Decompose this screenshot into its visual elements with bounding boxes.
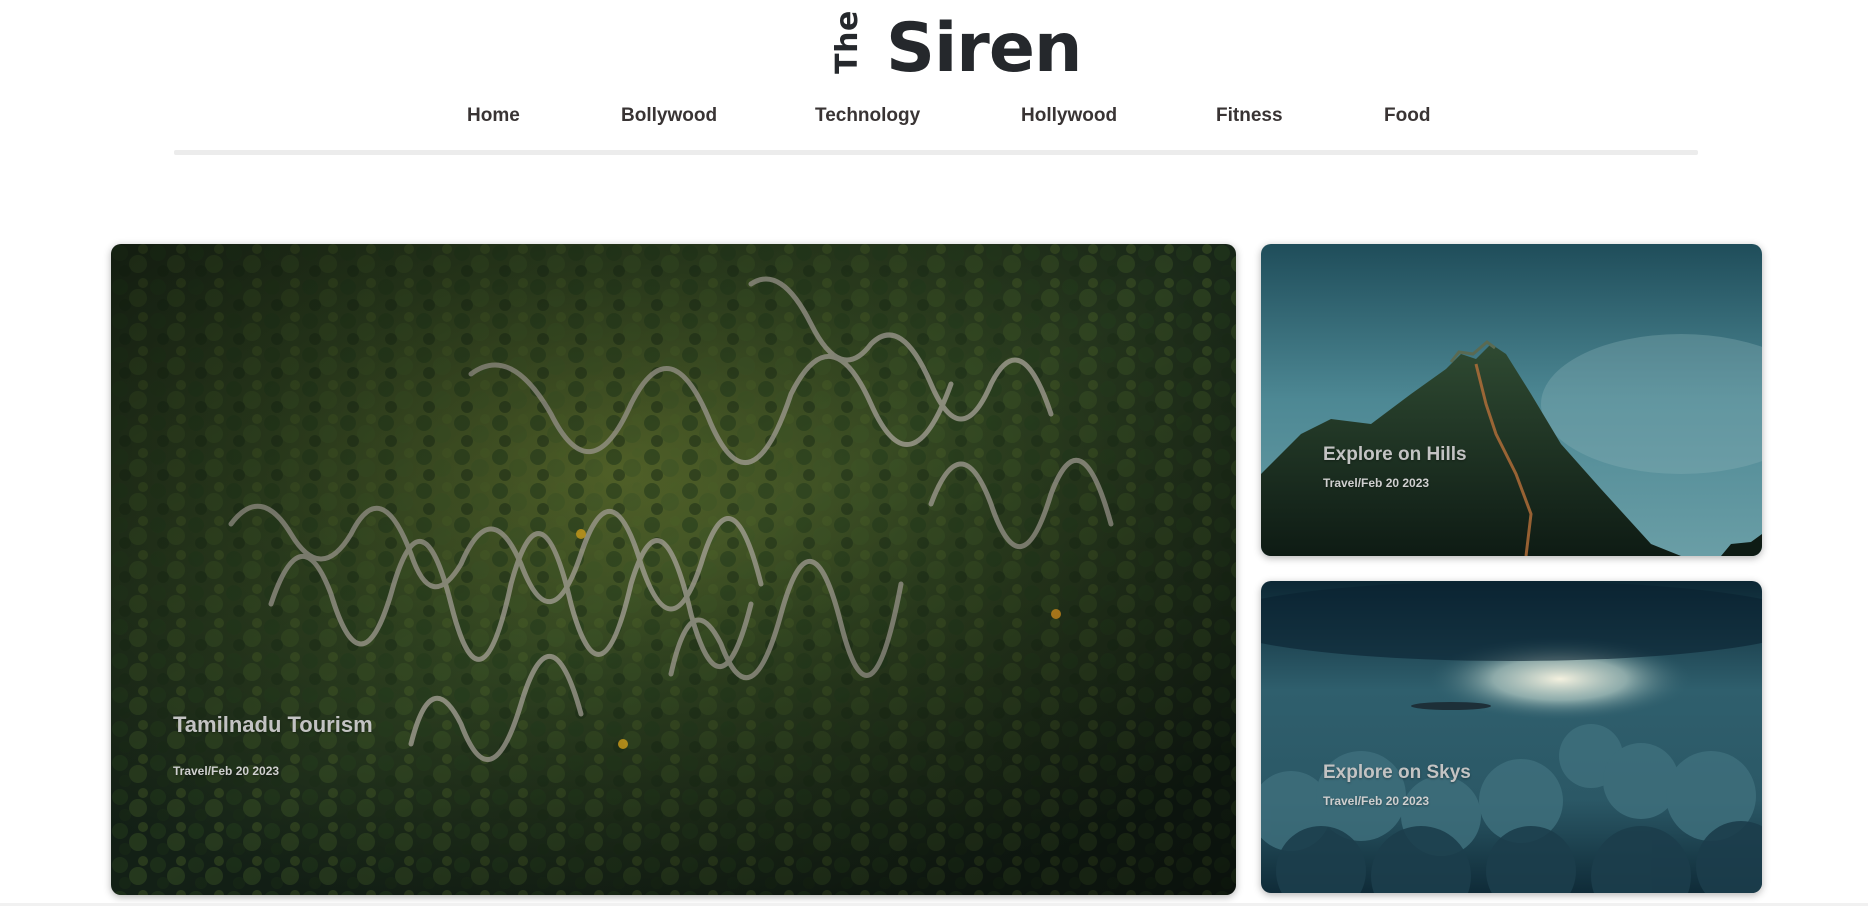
featured-skys-meta: Travel/Feb 20 2023: [1323, 794, 1430, 808]
featured-skys-title[interactable]: Explore on Skys: [1323, 762, 1471, 784]
featured-main-meta: Travel/Feb 20 2023: [173, 764, 280, 778]
featured-main-text: Tamilnadu Tourism Travel/Feb 20 2023: [173, 712, 373, 778]
nav-item-fitness[interactable]: Fitness: [1216, 100, 1283, 132]
cloudy-sky-image: [1261, 581, 1762, 893]
featured-card-main[interactable]: Tamilnadu Tourism Travel/Feb 20 2023: [111, 244, 1236, 895]
featured-card-skys[interactable]: Explore on Skys Travel/Feb 20 2023: [1261, 581, 1762, 893]
nav-divider: [174, 150, 1698, 155]
nav-item-technology[interactable]: Technology: [815, 100, 920, 132]
featured-skys-text: Explore on Skys Travel/Feb 20 2023: [1323, 762, 1471, 808]
forest-hairpin-road-image: [111, 244, 1236, 895]
main-nav: Home Bollywood Technology Hollywood Fitn…: [0, 100, 1868, 132]
mountain-fort-image: [1261, 244, 1762, 556]
nav-item-home[interactable]: Home: [467, 100, 520, 132]
nav-item-food[interactable]: Food: [1384, 100, 1430, 132]
nav-item-hollywood[interactable]: Hollywood: [1021, 100, 1117, 132]
featured-card-hills[interactable]: Explore on Hills Travel/Feb 20 2023: [1261, 244, 1762, 556]
featured-hills-text: Explore on Hills Travel/Feb 20 2023: [1323, 444, 1467, 490]
featured-hills-title[interactable]: Explore on Hills: [1323, 444, 1467, 466]
logo-the-text: The: [829, 10, 865, 74]
featured-hills-meta: Travel/Feb 20 2023: [1323, 476, 1430, 490]
nav-item-bollywood[interactable]: Bollywood: [621, 100, 717, 132]
featured-main-title[interactable]: Tamilnadu Tourism: [173, 712, 373, 738]
page: The Siren Home Bollywood Technology Holl…: [0, 0, 1868, 906]
logo-siren-text: Siren: [886, 9, 1082, 88]
site-logo[interactable]: The Siren: [0, 0, 1868, 90]
